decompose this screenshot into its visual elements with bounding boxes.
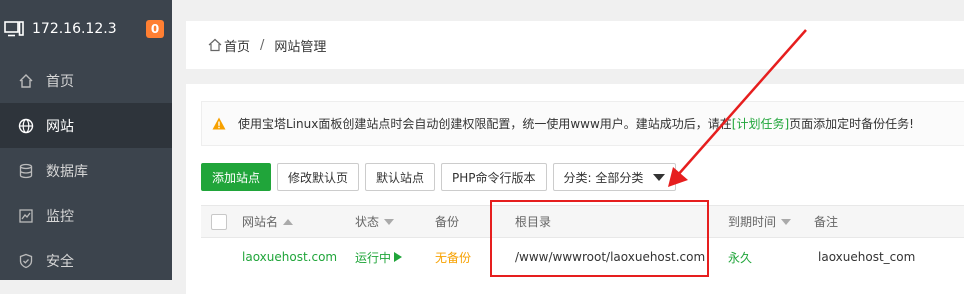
expiry-link[interactable]: 永久 [728, 238, 752, 276]
breadcrumb-home-link[interactable]: 首页 [224, 36, 250, 55]
server-header: 172.16.12.3 0 [0, 0, 172, 58]
sidebar-item-label: 网站 [46, 118, 74, 135]
notice-text-end: 页面添加定时备份任务! [789, 117, 914, 131]
play-icon [394, 252, 403, 262]
globe-icon [18, 118, 34, 133]
sort-down-icon [781, 218, 792, 225]
edit-default-page-button[interactable]: 修改默认页 [277, 163, 360, 191]
column-label: 状态 [355, 215, 380, 229]
breadcrumb-separator: / [260, 37, 265, 53]
breadcrumb: 首页 / 网站管理 [186, 21, 964, 69]
column-label: 备注 [814, 215, 839, 229]
column-label: 到期时间 [728, 215, 777, 229]
home-icon [208, 38, 222, 52]
breadcrumb-current: 网站管理 [274, 39, 327, 55]
column-header-backup: 备份 [435, 206, 459, 237]
notice-bar: 使用宝塔Linux面板创建站点时会自动创建权限配置，统一使用www用户。建站成功… [201, 101, 964, 146]
warning-icon [212, 117, 226, 130]
column-header-name[interactable]: 网站名 [242, 206, 294, 237]
backup-text: 无备份 [435, 250, 472, 265]
sidebar-item-database[interactable]: 数据库 [0, 148, 172, 193]
server-ip: 172.16.12.3 [32, 21, 117, 37]
remark-field[interactable]: laoxuehost_com [818, 238, 915, 276]
column-header-remark: 备注 [814, 206, 838, 237]
sidebar-item-label: 安全 [46, 253, 74, 270]
sidebar-item-label: 监控 [46, 208, 74, 225]
remark-text: laoxuehost_com [818, 250, 916, 264]
sidebar-item-website[interactable]: 网站 [0, 103, 172, 148]
sidebar-item-security[interactable]: 安全 [0, 238, 172, 283]
sort-up-icon [283, 218, 294, 225]
caret-down-icon [653, 173, 666, 181]
add-site-button[interactable]: 添加站点 [201, 163, 272, 191]
php-cli-version-button[interactable]: PHP命令行版本 [441, 163, 547, 191]
home-icon [19, 73, 33, 88]
monitor-chart-icon [19, 208, 33, 223]
site-name-link[interactable]: laoxuehost.com [242, 238, 337, 276]
sidebar-item-monitor[interactable]: 监控 [0, 193, 172, 238]
sidebar-item-home[interactable]: 首页 [0, 58, 172, 103]
column-header-status[interactable]: 状态 [355, 206, 395, 237]
backup-link[interactable]: 无备份 [435, 238, 471, 276]
column-header-expiry[interactable]: 到期时间 [728, 206, 792, 237]
category-select[interactable]: 分类: 全部分类 [552, 163, 677, 191]
sidebar-item-label: 数据库 [46, 163, 88, 180]
select-all-checkbox[interactable] [211, 213, 227, 230]
notification-badge[interactable]: 0 [146, 20, 164, 38]
site-status-toggle[interactable]: 运行中 [355, 238, 403, 276]
monitor-icon [4, 21, 24, 37]
highlight-box [490, 200, 709, 277]
select-all-cell [211, 206, 227, 237]
database-icon [19, 163, 33, 178]
sidebar-item-label: 首页 [46, 73, 74, 90]
status-text: 运行中 [355, 250, 392, 265]
shield-icon [19, 253, 33, 268]
expiry-text: 永久 [728, 250, 753, 265]
default-site-button[interactable]: 默认站点 [365, 163, 436, 191]
site-name: laoxuehost.com [242, 250, 338, 264]
sort-down-icon [384, 218, 395, 225]
column-label: 备份 [435, 215, 460, 229]
notice-text: 使用宝塔Linux面板创建站点时会自动创建权限配置，统一使用www用户。建站成功… [238, 117, 732, 131]
cron-task-link[interactable]: [计划任务] [732, 115, 789, 132]
toolbar: 添加站点 修改默认页 默认站点 PHP命令行版本 分类: 全部分类 [201, 163, 682, 191]
sidebar: 172.16.12.3 0 首页 网站 数据库 监控 安全 [0, 0, 172, 280]
category-select-value: 分类: 全部分类 [563, 170, 644, 185]
column-label: 网站名 [242, 215, 279, 229]
